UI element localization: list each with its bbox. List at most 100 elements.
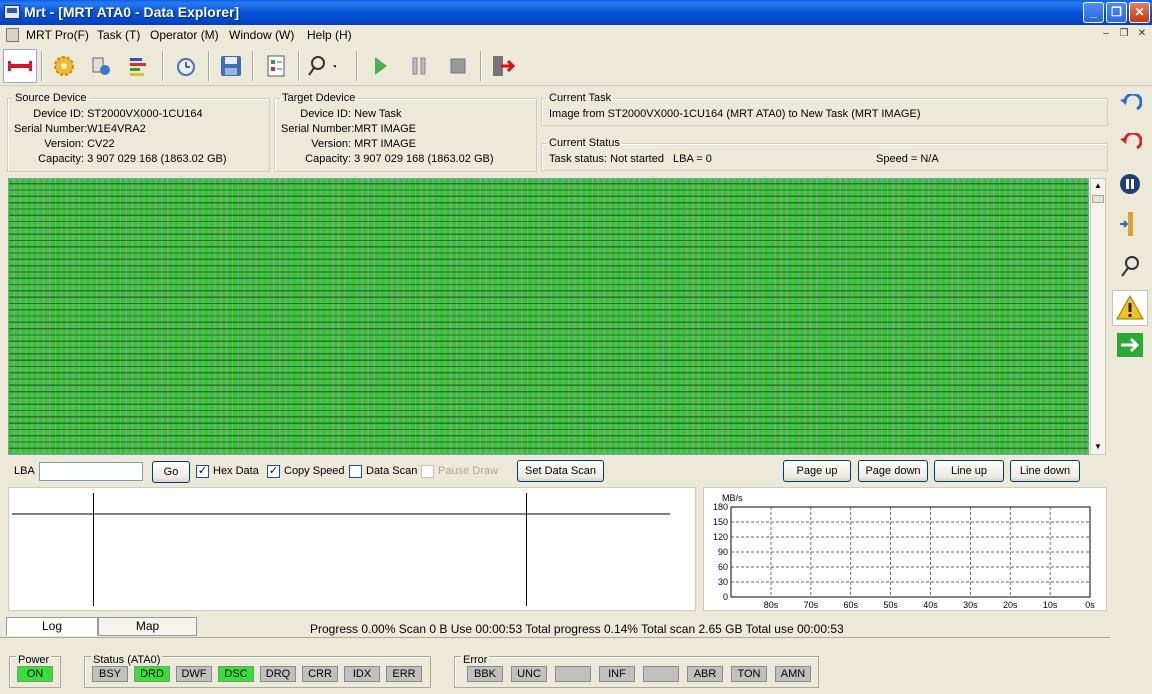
chart-xtick-label: 70s [804,600,819,610]
error-flag-bbk: BBK [467,666,503,682]
source-serial: W1E4VRA2 [87,123,146,135]
connect-icon[interactable] [3,49,37,83]
source-device-id-label: Device ID: [33,108,84,120]
status-flag-crr: CRR [302,666,338,682]
app-icon [4,5,20,19]
exit-icon[interactable] [486,49,520,83]
speed-chart: MB/s180150120906030080s 70s 60s 50s 40s 30s 20… [713,493,1095,610]
play-icon[interactable] [363,49,397,83]
hex-grid-lines [12,493,670,606]
mdi-restore-button[interactable]: ❐ [1117,28,1131,41]
target-serial-row: Serial Number: MRT IMAGE [281,123,416,135]
target-device-id: New Task [354,108,402,120]
timer-icon[interactable] [169,49,203,83]
redo-icon[interactable] [1118,131,1143,157]
hex-data-checkbox[interactable]: ✓ [196,465,209,478]
speed-chart-panel: MB/s 180 150 120 90 60 30 0 80s 70s 60s 50s 40s 30s 20… [703,487,1107,611]
go-button[interactable]: Go [152,461,190,483]
minimize-button[interactable]: _ [1083,2,1104,23]
source-version: CV22 [87,138,115,150]
status-flag-drq: DRQ [260,666,296,682]
scroll-thumb[interactable] [1092,195,1104,203]
stop-icon[interactable] [441,49,475,83]
pause-draw-label: Pause Draw [438,465,498,477]
lba-status-text: LBA = 0 [673,153,712,165]
ruler-icon[interactable] [1118,211,1142,237]
error-flag-blank-4 [643,666,679,682]
error-flag-inf: INF [599,666,635,682]
hex-data-panel[interactable] [8,487,696,611]
source-device-id-row: Device ID: ST2000VX000-1CU164 [14,108,203,120]
power-indicator: ON [17,666,53,682]
line-up-button[interactable]: Line up [934,460,1004,482]
source-serial-row: Serial Number: W1E4VRA2 [14,123,146,135]
status-title: Status (ATA0) [91,654,163,666]
lba-input[interactable] [39,462,143,481]
close-button[interactable]: ✕ [1129,2,1150,23]
main-toolbar [0,46,1152,86]
line-down-button[interactable]: Line down [1010,460,1080,482]
menu-operator[interactable]: Operator (M) [150,28,219,42]
chart-xtick-label: 50s [883,600,898,610]
copy-speed-label: Copy Speed [284,465,345,477]
target-capacity: 3 907 029 168 (1863.02 GB) [354,153,494,165]
target-capacity-label: Capacity: [305,153,351,165]
source-device-id: ST2000VX000-1CU164 [87,108,203,120]
title-bar: Mrt - [MRT ATA0 - Data Explorer] _ ❐ ✕ [0,0,1152,25]
scroll-up-icon[interactable]: ▲ [1091,179,1105,193]
mdi-minimize-button[interactable]: – [1099,28,1113,41]
target-serial-label: Serial Number: [281,123,355,135]
chart-ytick-label: 60 [718,562,728,572]
lba-label: LBA [14,465,35,477]
menu-task[interactable]: Task (T) [97,28,140,42]
undo-icon[interactable] [1118,92,1143,118]
current-task-legend: Current Task [549,92,612,104]
scroll-down-icon[interactable]: ▼ [1091,440,1105,454]
pause-draw-checkbox[interactable] [421,465,434,478]
source-capacity: 3 907 029 168 (1863.02 GB) [87,153,227,165]
data-scan-label: Data Scan [366,465,418,477]
menu-help[interactable]: Help (H) [307,28,352,42]
tab-log[interactable]: Log [6,617,98,636]
chart-xtick-label: 20s [1003,600,1018,610]
pause-circle-icon[interactable] [1118,172,1142,196]
warning-icon[interactable] [1112,290,1148,326]
chart-xtick-label: 80s [764,600,779,610]
save-icon[interactable] [214,49,248,83]
mdi-close-button[interactable]: ✕ [1135,28,1149,41]
drive-icon[interactable] [84,49,118,83]
current-task-text: Image from ST2000VX000-1CU164 (MRT ATA0)… [549,108,921,120]
chart-ytick-label: 150 [713,517,728,527]
tab-map[interactable]: Map [98,617,197,636]
settings-gear-icon[interactable] [47,49,81,83]
restore-button[interactable]: ❐ [1106,2,1127,23]
document-icon [6,28,19,42]
progress-text: Progress 0.00% Scan 0 B Use 00:00:53 Tot… [310,622,844,636]
data-scan-checkbox[interactable] [349,465,362,478]
chart-ytick-label: 120 [713,532,728,542]
wrench-icon[interactable] [1118,253,1142,279]
sector-map-scrollbar[interactable]: ▲ ▼ [1090,178,1106,455]
source-device-legend: Source Device [15,92,87,104]
task-list-icon[interactable] [259,49,293,83]
pause-icon[interactable] [402,49,436,83]
page-down-button[interactable]: Page down [858,460,928,482]
page-up-button[interactable]: Page up [783,460,851,482]
chart-xtick-label: 40s [923,600,938,610]
tools-icon[interactable] [304,49,338,83]
next-arrow-icon[interactable] [1117,333,1143,357]
target-version: MRT IMAGE [354,138,416,150]
color-bars-icon[interactable] [121,49,155,83]
menu-mrt-pro[interactable]: MRT Pro(F) [26,28,89,42]
horizontal-scrollbar[interactable] [0,637,1110,651]
target-device-legend: Target Ddevice [282,92,356,104]
source-serial-label: Serial Number: [14,123,88,135]
set-data-scan-button[interactable]: Set Data Scan [517,460,604,482]
copy-speed-checkbox[interactable]: ✓ [267,465,280,478]
target-version-label: Version: [311,138,351,150]
chart-xtick-label: 0s [1085,600,1095,610]
sector-map[interactable] [8,178,1089,455]
menu-window[interactable]: Window (W) [229,28,294,42]
status-flag-err: ERR [386,666,422,682]
hex-data-label: Hex Data [213,465,259,477]
